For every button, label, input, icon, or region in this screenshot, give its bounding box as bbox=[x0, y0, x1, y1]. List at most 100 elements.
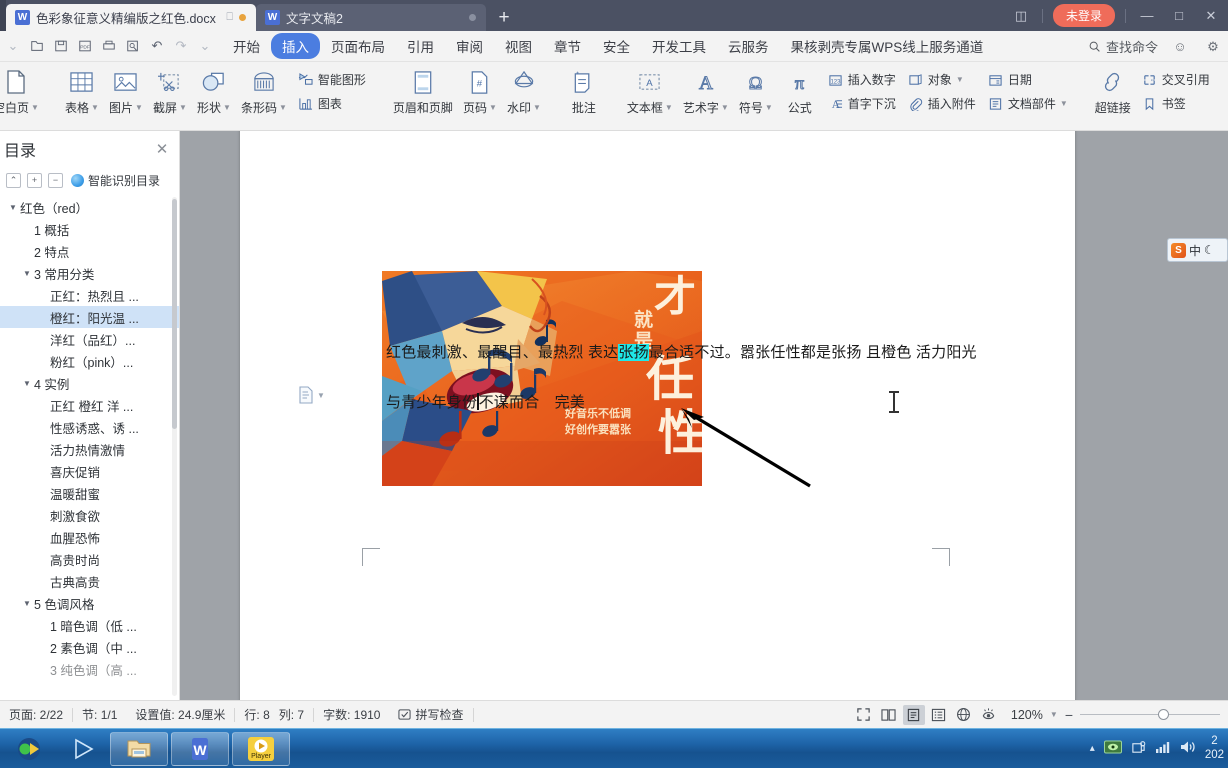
nav-item-3[interactable]: ▼ 3 常用分类 bbox=[0, 262, 179, 284]
eye-protection-icon[interactable] bbox=[978, 705, 1000, 725]
smart-toc-button[interactable]: 智能识别目录 bbox=[71, 172, 160, 189]
new-tab-button[interactable]: + bbox=[486, 4, 522, 31]
save-as-pdf-icon[interactable]: PDF bbox=[74, 35, 96, 57]
blank-page-button[interactable]: 空白页▼ bbox=[0, 65, 44, 118]
menu-tab-security[interactable]: 安全 bbox=[592, 33, 641, 59]
expand-icon[interactable]: + bbox=[27, 172, 42, 188]
status-page[interactable]: 页面: 2/22 bbox=[0, 706, 72, 723]
chevron-down-icon[interactable]: ▼ bbox=[20, 379, 34, 388]
smartart-button[interactable]: 智能图形 bbox=[294, 69, 370, 90]
menu-tab-review[interactable]: 审阅 bbox=[445, 33, 494, 59]
chevron-down-icon[interactable]: ▼ bbox=[6, 203, 20, 212]
chevron-down-icon[interactable]: ▼ bbox=[31, 103, 39, 112]
nav-item-5[interactable]: 橙红：阳光温 ... bbox=[0, 306, 179, 328]
zoom-level-label[interactable]: 120% bbox=[1011, 708, 1043, 722]
chevron-down-icon[interactable]: ▼ bbox=[765, 103, 773, 112]
network-monitor-icon[interactable] bbox=[1103, 740, 1122, 758]
moon-icon[interactable]: ☾ bbox=[1204, 243, 1215, 257]
chevron-down-icon[interactable]: ▼ bbox=[1050, 710, 1058, 719]
nav-item-10[interactable]: 性感诱惑、诱 ... bbox=[0, 416, 179, 438]
start-orb-icon[interactable] bbox=[4, 732, 54, 766]
chevron-down-icon[interactable]: ▼ bbox=[533, 103, 541, 112]
media-player-icon[interactable]: Player bbox=[232, 731, 290, 766]
search-command-box[interactable]: 查找命令 bbox=[1088, 37, 1158, 56]
chevron-down-icon[interactable]: ▼ bbox=[223, 103, 231, 112]
watermark-button[interactable]: 水印 ▼ bbox=[502, 65, 546, 118]
nav-item-19[interactable]: 1 暗色调（低 ... bbox=[0, 614, 179, 636]
symbol-button[interactable]: Ω 符号 ▼ bbox=[734, 65, 778, 118]
music-poster-image[interactable]: 才 就 是 任 性 好音乐不低调 好创作要嚣张 bbox=[382, 271, 702, 486]
document-paragraph-1[interactable]: 红色最刺激、最醒目、最热烈 表达张扬最合适不过。嚣张任性都是张扬 且橙色 活力阳… bbox=[386, 341, 977, 362]
nav-item-11[interactable]: 活力热情激情 bbox=[0, 438, 179, 460]
tab-close-dot[interactable] bbox=[469, 14, 476, 21]
minimize-icon[interactable]: — bbox=[1136, 8, 1158, 23]
chevron-down-icon[interactable]: ▼ bbox=[279, 103, 287, 112]
nav-item-15[interactable]: 血腥恐怖 bbox=[0, 526, 179, 548]
redo-icon[interactable]: ↷ bbox=[170, 35, 192, 57]
safe-eject-icon[interactable] bbox=[1131, 740, 1146, 758]
volume-icon[interactable] bbox=[1180, 740, 1196, 757]
page-view-icon[interactable] bbox=[902, 704, 925, 725]
settings-icon[interactable]: ⚙ bbox=[1202, 39, 1224, 55]
menu-tab-cloud[interactable]: 云服务 bbox=[717, 33, 780, 59]
nav-item-12[interactable]: 喜庆促销 bbox=[0, 460, 179, 482]
navigation-list[interactable]: ▼ 红色（red） 1 概括 2 特点 ▼ 3 常用分类 正红：热烈且 ... … bbox=[0, 193, 179, 700]
nav-item-2[interactable]: 2 特点 bbox=[0, 240, 179, 262]
chevron-down-icon[interactable]: ▼ bbox=[317, 391, 325, 400]
attachment-button[interactable]: 插入附件 bbox=[904, 93, 980, 114]
paste-options-tag[interactable]: ▼ bbox=[298, 386, 325, 404]
ime-indicator[interactable]: S 中 ☾ bbox=[1167, 238, 1228, 262]
media-play-icon[interactable] bbox=[57, 732, 107, 766]
menu-tab-devtools[interactable]: 开发工具 bbox=[641, 33, 717, 59]
web-view-icon[interactable] bbox=[953, 705, 975, 725]
document-canvas[interactable]: 才 就 是 任 性 好音乐不低调 好创作要嚣张 ▼ 红色最刺激、最醒目、最热烈 … bbox=[180, 131, 1228, 700]
nav-item-17[interactable]: 古典高贵 bbox=[0, 570, 179, 592]
nav-item-8[interactable]: ▼ 4 实例 bbox=[0, 372, 179, 394]
print-icon[interactable] bbox=[98, 35, 120, 57]
zoom-slider-knob[interactable] bbox=[1158, 709, 1169, 720]
insert-number-button[interactable]: 123 插入数字 bbox=[824, 69, 900, 90]
file-explorer-icon[interactable] bbox=[110, 731, 168, 766]
chevron-down-icon[interactable]: ▼ bbox=[665, 103, 673, 112]
system-clock[interactable]: 2 202 bbox=[1205, 735, 1224, 761]
menu-tab-references[interactable]: 引用 bbox=[396, 33, 445, 59]
menu-tab-start[interactable]: 开始 bbox=[222, 33, 271, 59]
status-spellcheck[interactable]: 拼写检查 bbox=[389, 706, 472, 723]
bookmark-button[interactable]: 书签 bbox=[1138, 93, 1214, 114]
document-paragraph-2[interactable]: 与青少年身份不谋而合 完美 bbox=[386, 391, 585, 412]
nav-item-4[interactable]: 正红：热烈且 ... bbox=[0, 284, 179, 306]
nav-item-0[interactable]: ▼ 红色（red） bbox=[0, 196, 179, 218]
status-row[interactable]: 行: 8 bbox=[235, 706, 278, 723]
customize-quick-access-icon[interactable]: ⌄ bbox=[194, 35, 216, 57]
signal-icon[interactable] bbox=[1155, 740, 1171, 757]
object-button[interactable]: 对象 ▼ bbox=[904, 69, 980, 90]
split-view-icon[interactable]: ◫ bbox=[1010, 8, 1032, 24]
chevron-down-icon[interactable]: ▼ bbox=[135, 103, 143, 112]
menu-tab-view[interactable]: 视图 bbox=[494, 33, 543, 59]
chart-button[interactable]: 图表 bbox=[294, 93, 370, 114]
nav-item-7[interactable]: 粉红（pink）... bbox=[0, 350, 179, 372]
document-tab-2[interactable]: W 文字文稿2 bbox=[256, 4, 486, 31]
undo-icon[interactable]: ↶ bbox=[146, 35, 168, 57]
nav-item-9[interactable]: 正红 橙红 洋 ... bbox=[0, 394, 179, 416]
document-page-2[interactable]: 才 就 是 任 性 好音乐不低调 好创作要嚣张 ▼ 红色最刺激、最醒目、最热烈 … bbox=[240, 131, 1075, 700]
collapse-icon[interactable]: − bbox=[48, 172, 63, 188]
document-tab-1[interactable]: W 色彩象征意义精编版之红色.docx ⎕ bbox=[6, 4, 256, 31]
page-number-button[interactable]: # 页码 ▼ bbox=[458, 65, 502, 118]
nav-item-20[interactable]: 2 素色调（中 ... bbox=[0, 636, 179, 658]
nav-item-14[interactable]: 刺激食欲 bbox=[0, 504, 179, 526]
status-word-count[interactable]: 字数: 1910 bbox=[314, 706, 389, 723]
header-footer-button[interactable]: 页眉和页脚 bbox=[388, 65, 458, 118]
chevron-down-icon[interactable]: ▼ bbox=[91, 103, 99, 112]
zoom-out-button[interactable]: − bbox=[1065, 707, 1073, 723]
chevron-down-icon[interactable]: ▼ bbox=[721, 103, 729, 112]
insert-comment-button[interactable]: * 批注 bbox=[562, 65, 606, 118]
nav-item-1[interactable]: 1 概括 bbox=[0, 218, 179, 240]
ime-mode-label[interactable]: 中 bbox=[1189, 242, 1201, 259]
date-button[interactable]: 日期 bbox=[984, 69, 1072, 90]
chevron-down-icon[interactable]: ▼ bbox=[20, 599, 34, 608]
login-button[interactable]: 未登录 bbox=[1052, 4, 1115, 27]
hyperlink-button[interactable]: 超链接 bbox=[1090, 65, 1136, 118]
zoom-slider[interactable] bbox=[1080, 709, 1220, 721]
chevron-down-icon[interactable]: ▼ bbox=[179, 103, 187, 112]
